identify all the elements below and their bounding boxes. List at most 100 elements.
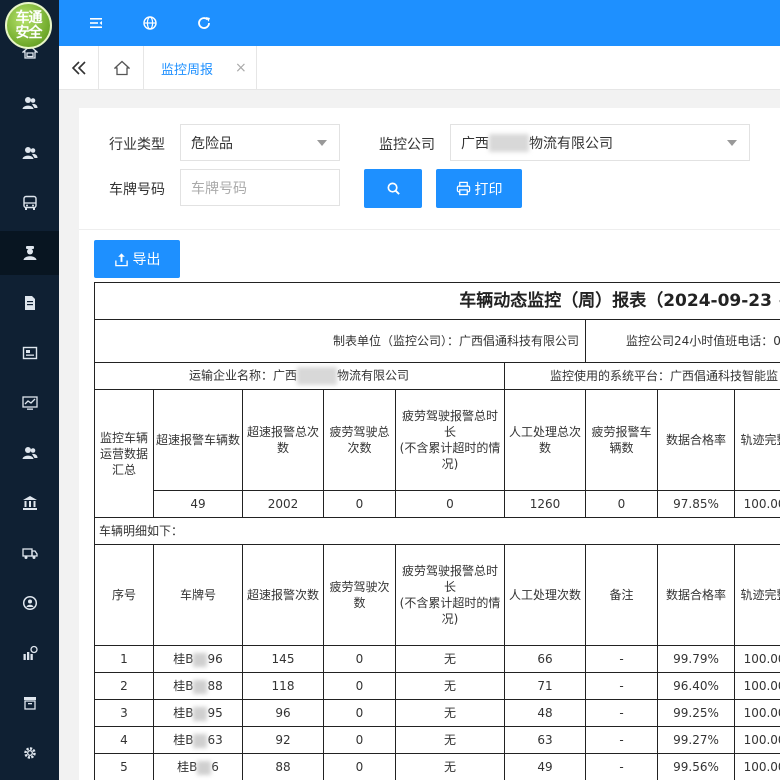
redaction-blur — [193, 733, 208, 748]
table-row: 4桂B63920无63-99.27%100.00 — [94, 726, 780, 754]
sidebar-item-finance[interactable] — [0, 631, 59, 675]
company-select[interactable]: 广西 物流有限公司 — [450, 124, 750, 161]
redaction-blur — [489, 133, 529, 152]
row-track-rate: 100.00 — [733, 699, 780, 727]
sidebar: 车通 安全 — [0, 0, 59, 780]
row-fatigue-duration: 无 — [395, 753, 505, 780]
plate-input[interactable]: 车牌号码 — [180, 169, 340, 206]
sidebar-item-transport[interactable] — [0, 531, 59, 575]
row-fatigue-count: 0 — [323, 699, 396, 727]
plate-prefix: 桂B — [173, 733, 194, 747]
sidebar-item-account[interactable] — [0, 581, 59, 625]
search-button[interactable] — [364, 169, 422, 208]
summary-label: 监控车辆运营数据汇总 — [94, 389, 154, 518]
industry-select[interactable]: 危险品 — [180, 124, 340, 161]
row-fatigue-count: 0 — [323, 672, 396, 700]
detail-header: 序号 — [94, 544, 154, 646]
plate-placeholder: 车牌号码 — [191, 180, 247, 197]
row-data-rate: 99.25% — [657, 699, 735, 727]
summary-header: 人工处理总次数 — [504, 389, 586, 491]
sidebar-item-bank[interactable] — [0, 481, 59, 525]
contacts-icon — [22, 447, 37, 459]
sidebar-item-vehicles[interactable] — [0, 181, 59, 225]
menu-toggle-icon[interactable] — [87, 14, 105, 32]
table-row: 2 桂B 88 1180无71-96.40%100.00 — [94, 672, 780, 700]
plate-label: 车牌号码 — [109, 182, 165, 198]
row-no: 5 — [94, 753, 154, 780]
row-manual-count: 71 — [504, 672, 586, 700]
settings-circle-icon — [22, 595, 37, 611]
redaction-blur — [197, 760, 212, 775]
summary-header: 疲劳驾驶报警总时长 (不含累计超时的情况) — [395, 389, 505, 491]
search-icon — [387, 182, 400, 195]
money-icon — [23, 645, 38, 660]
row-note: - — [585, 699, 658, 727]
detail-header: 超速报警次数 — [242, 544, 324, 646]
detail-caption: 车辆明细如下： — [93, 517, 780, 545]
row-plate: 桂B 96 — [153, 645, 243, 673]
globe-icon[interactable] — [141, 14, 159, 32]
row-speed-count: 92 — [242, 726, 324, 754]
sidebar-item-documents[interactable] — [0, 281, 59, 325]
redaction-blur — [193, 652, 208, 667]
report-page: 行业类型 危险品 监控公司 广西 物流有限公司 车牌号码 车牌号码 打印 导出 车… — [79, 108, 780, 780]
summary-header: 轨迹完整 — [733, 389, 780, 491]
plate-prefix: 桂B — [173, 679, 194, 693]
printer-icon — [456, 181, 470, 196]
row-manual-count: 66 — [504, 645, 586, 673]
row-fatigue-duration: 无 — [395, 645, 505, 673]
summary-header: 超速报警车辆数 — [153, 389, 243, 491]
summary-header: 超速报警总次数 — [242, 389, 324, 491]
summary-value: 1260 — [504, 490, 586, 518]
row-data-rate: 96.40% — [657, 672, 735, 700]
summary-value: 0 — [323, 490, 396, 518]
table-row: 5 桂B 6 880无49-99.56%100.00 — [94, 753, 780, 780]
document-icon — [24, 296, 35, 310]
row-speed-count: 96 — [242, 699, 324, 727]
row-data-rate: 99.56% — [657, 753, 735, 780]
sidebar-item-contacts[interactable] — [0, 431, 59, 475]
divider — [79, 229, 780, 230]
report-platform: 监控使用的系统平台：广西倡通科技智能监 — [503, 362, 780, 390]
home-icon — [113, 60, 130, 76]
detail-header: 车牌号 — [153, 544, 243, 646]
sidebar-item-users[interactable] — [0, 81, 59, 125]
tab-home[interactable] — [100, 46, 144, 90]
print-button[interactable]: 打印 — [436, 169, 522, 208]
summary-header: 疲劳驾驶总次数 — [323, 389, 396, 491]
report-maker: 制表单位（监控公司）：广西倡通科技有限公司 — [94, 319, 586, 363]
company-value-prefix: 广西 — [461, 135, 489, 152]
row-speed-count: 118 — [242, 672, 324, 700]
detail-header: 轨迹完整 — [733, 544, 780, 646]
bus-icon — [22, 195, 37, 210]
sidebar-item-statistics[interactable] — [0, 381, 59, 425]
plate-suffix: 63 — [207, 733, 223, 747]
row-data-rate: 99.27% — [657, 726, 735, 754]
sidebar-item-settings[interactable] — [0, 731, 59, 775]
bank-icon — [22, 496, 37, 510]
brand-logo: 车通 安全 — [5, 2, 52, 49]
refresh-icon[interactable] — [195, 14, 213, 32]
tab-close-icon[interactable]: × — [235, 60, 247, 76]
detail-header: 疲劳驾驶报警总时长 (不含累计超时的情况) — [395, 544, 505, 646]
sidebar-item-images[interactable] — [0, 331, 59, 375]
row-note: - — [585, 672, 658, 700]
export-button[interactable]: 导出 — [94, 240, 180, 278]
sidebar-item-archive[interactable] — [0, 681, 59, 725]
chevron-down-icon — [727, 140, 737, 146]
tabs-scroll-left-button[interactable] — [59, 46, 99, 90]
double-chevron-left-icon — [71, 61, 86, 75]
row-speed-count: 145 — [242, 645, 324, 673]
summary-header: 数据合格率 — [657, 389, 735, 491]
summary-value: 97.85% — [657, 490, 735, 518]
sidebar-item-monitor[interactable] — [0, 231, 59, 275]
row-speed-count: 88 — [242, 753, 324, 780]
enterprise-suffix: 物流有限公司 — [336, 368, 409, 383]
row-fatigue-count: 0 — [323, 645, 396, 673]
sidebar-item-groups[interactable] — [0, 131, 59, 175]
plate-suffix: 88 — [207, 679, 223, 693]
tab-monitor-weekly[interactable]: 监控周报 × — [145, 46, 257, 90]
plate-prefix: 桂B — [173, 652, 194, 666]
chart-icon — [21, 396, 38, 410]
report-table: 车辆动态监控（周）报表（2024-09-23 ~ 制表单位（监控公司）：广西倡通… — [93, 282, 780, 780]
